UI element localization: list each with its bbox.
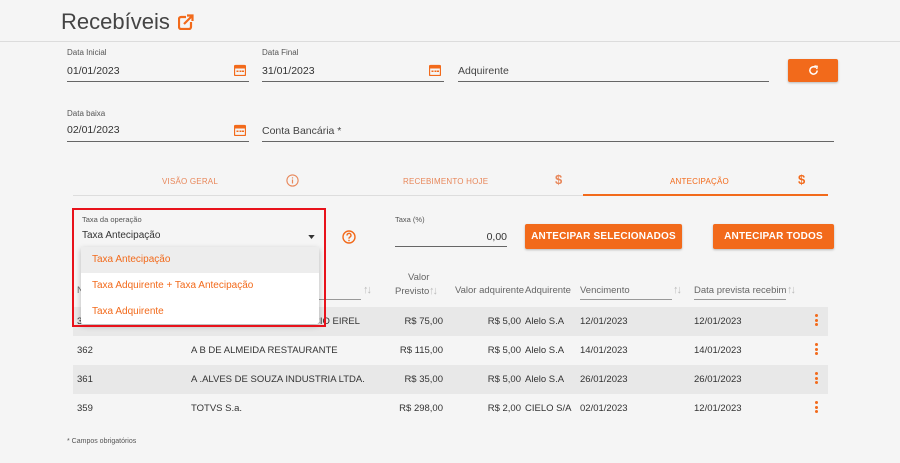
antecipar-todos-button[interactable]: ANTECIPAR TODOS — [713, 224, 834, 249]
calendar-icon[interactable] — [234, 64, 246, 76]
antecipar-selecionados-button[interactable]: ANTECIPAR SELECIONADOS — [525, 224, 682, 249]
cell-adquirente: Alelo S.A — [525, 316, 565, 327]
tab-recebimento-hoje[interactable]: RECEBIMENTO HOJE — [403, 168, 488, 195]
tab-visao-geral-label: VISÃO GERAL — [162, 177, 218, 186]
adquirente-field[interactable]: Adquirente — [458, 48, 769, 82]
cell-vencimento: 02/01/2023 — [580, 403, 628, 414]
taxa-value[interactable]: 0,00 — [487, 231, 507, 243]
header-vencimento-underline — [580, 299, 672, 300]
cell-vencimento: 26/01/2023 — [580, 374, 628, 385]
adquirente-underline — [458, 81, 769, 82]
cell-id: 359 — [77, 403, 93, 414]
sort-icon[interactable]: ↑↓ — [673, 284, 682, 296]
cell-id: 361 — [77, 374, 93, 385]
cell-adquirente: Alelo S.A — [525, 345, 565, 356]
cell-data-prevista: 12/01/2023 — [694, 403, 742, 414]
header-data-prevista-underline — [694, 299, 786, 300]
header-valor-adquirente: Valor adquirente — [455, 285, 525, 296]
data-final-underline — [262, 81, 444, 82]
data-inicial-underline — [67, 81, 249, 82]
header-valor-previsto-line2: Previsto — [395, 286, 430, 297]
help-icon[interactable] — [342, 230, 356, 244]
calendar-icon[interactable] — [234, 124, 246, 136]
data-final-value[interactable]: 31/01/2023 — [262, 65, 315, 77]
conta-bancaria-field[interactable]: Conta Bancária * — [262, 109, 834, 143]
data-baixa-value[interactable]: 02/01/2023 — [67, 124, 120, 136]
cell-valor-previsto: R$ 298,00 — [399, 403, 443, 414]
table-row[interactable]: 361 A .ALVES DE SOUZA INDUSTRIA LTDA. R$… — [73, 365, 828, 394]
cell-valor-adquirente: R$ 5,00 — [487, 345, 521, 356]
more-options-icon[interactable] — [815, 372, 819, 385]
header-vencimento[interactable]: Vencimento — [580, 285, 630, 296]
cell-valor-adquirente: R$ 5,00 — [487, 374, 521, 385]
header-data-prevista[interactable]: Data prevista recebime — [694, 285, 786, 296]
highlight-annotation-box — [72, 208, 326, 327]
sort-icon[interactable]: ↑↓ — [429, 285, 438, 297]
header-divider — [0, 41, 900, 42]
cell-data-prevista: 12/01/2023 — [694, 316, 742, 327]
tab-antecipacao[interactable]: ANTECIPAÇÃO — [670, 168, 729, 195]
data-final-label: Data Final — [262, 48, 299, 57]
conta-bancaria-placeholder[interactable]: Conta Bancária * — [262, 125, 341, 137]
external-link-icon[interactable] — [177, 14, 194, 30]
cell-valor-previsto: R$ 75,00 — [404, 316, 443, 327]
cell-data-prevista: 14/01/2023 — [694, 345, 742, 356]
dollar-icon: $ — [798, 172, 806, 187]
data-inicial-label: Data Inicial — [67, 48, 107, 57]
cell-cliente: A .ALVES DE SOUZA INDUSTRIA LTDA. — [191, 374, 365, 385]
sort-icon[interactable]: ↑↓ — [787, 284, 796, 296]
cell-data-prevista: 26/01/2023 — [694, 374, 742, 385]
cell-id: 362 — [77, 345, 93, 356]
refresh-icon — [808, 65, 818, 75]
cell-cliente: A B DE ALMEIDA RESTAURANTE — [191, 345, 338, 356]
data-inicial-field[interactable]: Data Inicial 01/01/2023 — [67, 48, 249, 82]
required-fields-note: * Campos obrigatórios — [67, 438, 137, 445]
tabs-bar: VISÃO GERAL RECEBIMENTO HOJE $ ANTECIPAÇ… — [73, 168, 828, 196]
taxa-field[interactable]: Taxa (%) 0,00 — [395, 215, 507, 247]
table-row[interactable]: 359 TOTVS S.a. R$ 298,00 R$ 2,00 CIELO S… — [73, 394, 828, 423]
cell-adquirente: Alelo S.A — [525, 374, 565, 385]
conta-bancaria-underline — [262, 141, 834, 142]
tab-antecipacao-label: ANTECIPAÇÃO — [670, 177, 729, 186]
more-options-icon[interactable] — [815, 314, 819, 327]
page-title: Recebíveis — [61, 9, 170, 34]
tab-active-indicator — [583, 194, 828, 196]
more-options-icon[interactable] — [815, 343, 819, 356]
refresh-button[interactable] — [788, 59, 838, 82]
data-baixa-field[interactable]: Data baixa 02/01/2023 — [67, 109, 249, 143]
antecipar-todos-label: ANTECIPAR TODOS — [724, 231, 823, 242]
tab-recebimento-hoje-label: RECEBIMENTO HOJE — [403, 177, 489, 186]
cell-valor-adquirente: R$ 2,00 — [487, 403, 521, 414]
header-adquirente: Adquirente — [525, 285, 571, 296]
header-valor-previsto-line1: Valor — [408, 272, 430, 283]
info-icon — [286, 174, 299, 187]
calendar-icon[interactable] — [429, 64, 441, 76]
tab-visao-geral[interactable]: VISÃO GERAL — [162, 168, 218, 195]
data-baixa-underline — [67, 141, 249, 142]
cell-valor-adquirente: R$ 5,00 — [487, 316, 521, 327]
sort-icon[interactable]: ↑↓ — [363, 284, 372, 296]
cell-vencimento: 14/01/2023 — [580, 345, 628, 356]
cell-vencimento: 12/01/2023 — [580, 316, 628, 327]
antecipar-selecionados-label: ANTECIPAR SELECIONADOS — [531, 231, 676, 242]
more-options-icon[interactable] — [815, 401, 819, 414]
data-inicial-value[interactable]: 01/01/2023 — [67, 65, 120, 77]
data-final-field[interactable]: Data Final 31/01/2023 — [262, 48, 444, 82]
page-title-wrap: Recebíveis — [61, 9, 194, 35]
data-baixa-label: Data baixa — [67, 109, 106, 118]
cell-cliente: TOTVS S.a. — [191, 403, 243, 414]
taxa-underline — [395, 246, 507, 247]
cell-valor-previsto: R$ 115,00 — [399, 345, 443, 356]
cell-valor-previsto: R$ 35,00 — [404, 374, 443, 385]
table-row[interactable]: 362 A B DE ALMEIDA RESTAURANTE R$ 115,00… — [73, 336, 828, 365]
taxa-label: Taxa (%) — [395, 215, 425, 224]
adquirente-placeholder[interactable]: Adquirente — [458, 65, 509, 77]
cell-adquirente: CIELO S/A — [525, 403, 572, 414]
dollar-icon: $ — [555, 172, 563, 187]
